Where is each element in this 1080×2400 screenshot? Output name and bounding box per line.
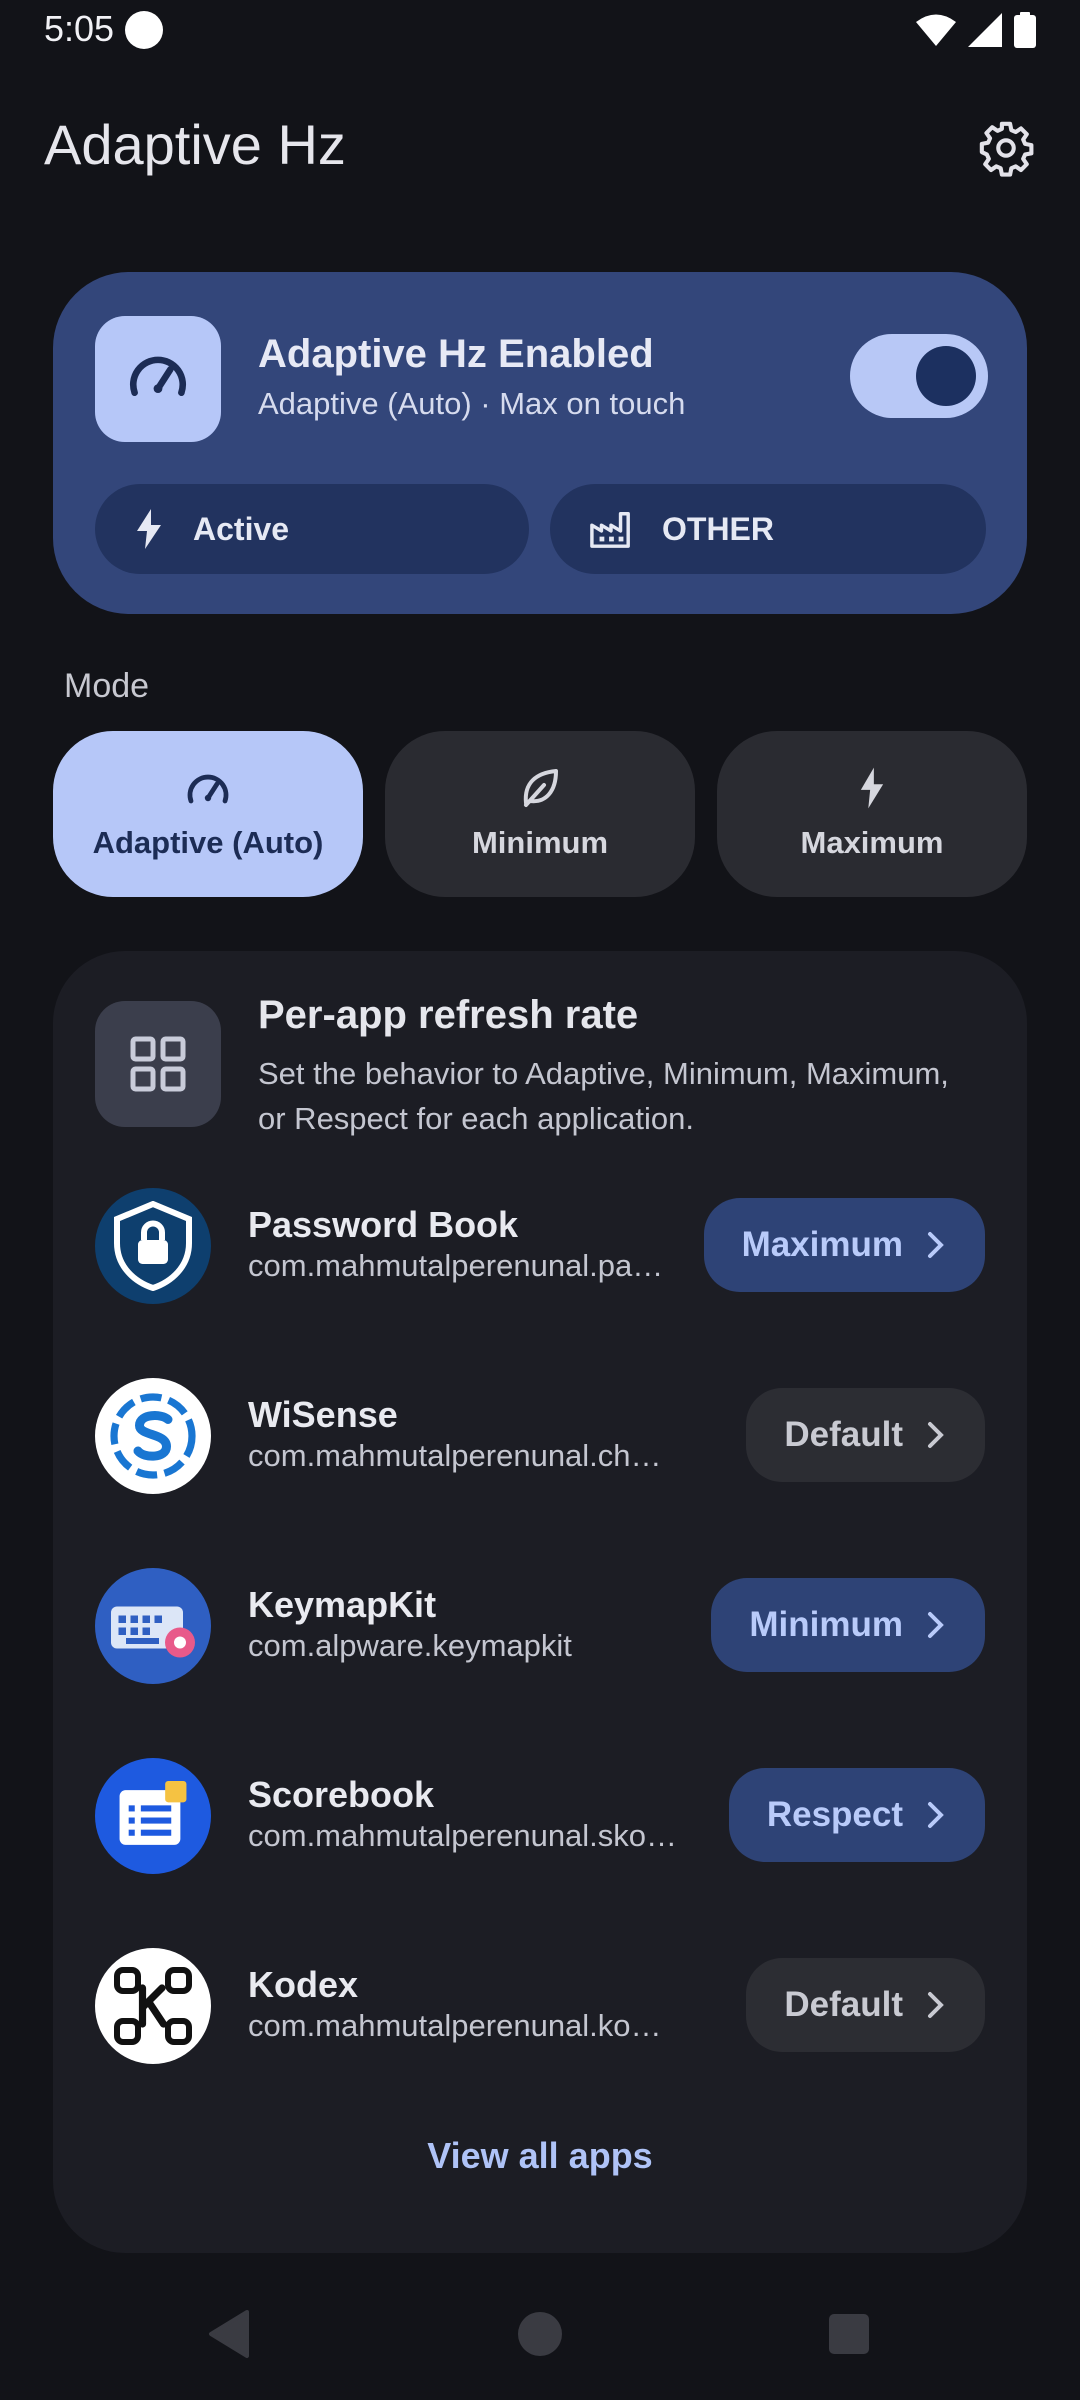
status-title: Adaptive Hz Enabled — [258, 332, 654, 376]
screen: 5:05 Adaptive Hz Adaptive Hz Enabled Ada… — [0, 0, 1080, 2400]
cellular-signal-icon — [968, 13, 1002, 47]
speedometer-icon — [129, 356, 187, 397]
chevron-right-icon — [928, 1422, 944, 1448]
factory-icon — [590, 512, 630, 548]
battery-icon — [1014, 12, 1036, 48]
other-chip[interactable]: OTHER — [550, 484, 986, 574]
shield-lock-icon — [114, 1201, 192, 1291]
app-mode-label: Maximum — [741, 1225, 903, 1264]
kodex-avatar — [95, 1948, 211, 2064]
other-chip-label: OTHER — [662, 510, 774, 547]
chevron-right-icon — [928, 1992, 944, 2018]
mode-minimum-button[interactable]: Minimum — [385, 731, 695, 897]
app-name: Scorebook — [248, 1774, 435, 1815]
navigation-bar — [0, 2290, 1080, 2390]
status-bar: 5:05 — [0, 0, 1080, 62]
app-package: com.alpware.keymapkit — [248, 1628, 572, 1663]
keymapkit-avatar — [95, 1568, 211, 1684]
app-mode-label: Respect — [766, 1795, 903, 1834]
page-title: Adaptive Hz — [44, 113, 346, 176]
view-all-apps-link[interactable]: View all apps — [53, 2135, 1027, 2177]
grid-icon — [130, 1036, 186, 1092]
app-mode-label: Default — [784, 1415, 903, 1454]
app-mode-chip[interactable]: Minimum — [711, 1578, 985, 1672]
adaptive-hz-toggle[interactable] — [850, 334, 988, 418]
status-subtitle: Adaptive (Auto) · Max on touch — [258, 386, 686, 421]
app-name: KeymapKit — [248, 1584, 437, 1625]
app-mode-label: Default — [784, 1985, 903, 2024]
scorebook-avatar — [95, 1758, 211, 1874]
app-row-wisense[interactable]: WiSense com.mahmutalperenunal.changer De… — [53, 1378, 1027, 1498]
scoreboard-icon — [119, 1781, 187, 1845]
keyboard-icon — [111, 1606, 195, 1658]
chevron-right-icon — [928, 1612, 944, 1638]
app-row-keymapkit[interactable]: KeymapKit com.alpware.keymapkit Minimum — [53, 1568, 1027, 1688]
status-card-icon — [95, 316, 221, 442]
mode-adaptive-label: Adaptive (Auto) — [92, 825, 324, 860]
wisense-avatar — [95, 1378, 211, 1494]
lightning-icon — [860, 767, 884, 809]
active-chip-label: Active — [193, 510, 290, 547]
qr-k-logo-icon — [114, 1967, 192, 2045]
app-mode-chip[interactable]: Respect — [728, 1768, 985, 1862]
status-card: Adaptive Hz Enabled Adaptive (Auto) · Ma… — [53, 272, 1027, 614]
app-package: com.mahmutalperenunal.skorbook — [248, 1818, 678, 1853]
per-app-icon — [95, 1001, 221, 1127]
app-package: com.mahmutalperenunal.kodex — [248, 2008, 678, 2043]
per-app-card: Per-app refresh rate Set the behavior to… — [53, 951, 1027, 2253]
app-row-password-book[interactable]: Password Book com.mahmutalperenunal.pass… — [53, 1188, 1027, 1308]
app-name: Kodex — [248, 1964, 359, 2005]
wisense-logo-icon — [110, 1393, 196, 1479]
home-nav-icon[interactable] — [518, 2312, 562, 2356]
mode-maximum-label: Maximum — [800, 825, 944, 860]
chevron-right-icon — [928, 1802, 944, 1828]
app-row-scorebook[interactable]: Scorebook com.mahmutalperenunal.skorbook… — [53, 1758, 1027, 1878]
app-package: com.mahmutalperenunal.passwordbook — [248, 1248, 678, 1283]
recents-nav-icon[interactable] — [829, 2314, 869, 2354]
mode-section-label: Mode — [64, 667, 150, 705]
password-book-avatar — [95, 1188, 211, 1304]
app-mode-chip[interactable]: Maximum — [703, 1198, 985, 1292]
toggle-knob — [916, 346, 976, 406]
mode-adaptive-button[interactable]: Adaptive (Auto) — [53, 731, 363, 897]
back-nav-icon[interactable] — [205, 2308, 251, 2360]
mode-minimum-label: Minimum — [471, 825, 609, 860]
per-app-title: Per-app refresh rate — [258, 993, 639, 1037]
app-name: WiSense — [248, 1394, 398, 1435]
per-app-description: Set the behavior to Adaptive, Minimum, M… — [258, 1056, 949, 1136]
lightning-icon — [137, 509, 161, 549]
status-icons — [916, 12, 1036, 48]
notification-dot-icon — [125, 11, 163, 49]
chevron-right-icon — [928, 1232, 944, 1258]
status-time: 5:05 — [44, 8, 115, 49]
speedometer-icon — [187, 774, 229, 804]
gear-icon — [979, 121, 1034, 177]
app-mode-chip[interactable]: Default — [746, 1388, 985, 1482]
wifi-icon — [916, 14, 956, 46]
app-name: Password Book — [248, 1204, 519, 1245]
active-chip[interactable]: Active — [95, 484, 529, 574]
app-package: com.mahmutalperenunal.changer — [248, 1438, 678, 1473]
app-mode-chip[interactable]: Default — [746, 1958, 985, 2052]
mode-maximum-button[interactable]: Maximum — [717, 731, 1027, 897]
app-row-kodex[interactable]: Kodex com.mahmutalperenunal.kodex Defaul… — [53, 1948, 1027, 2068]
leaf-icon — [523, 769, 558, 807]
settings-button[interactable] — [970, 112, 1042, 184]
app-mode-label: Minimum — [749, 1605, 903, 1644]
